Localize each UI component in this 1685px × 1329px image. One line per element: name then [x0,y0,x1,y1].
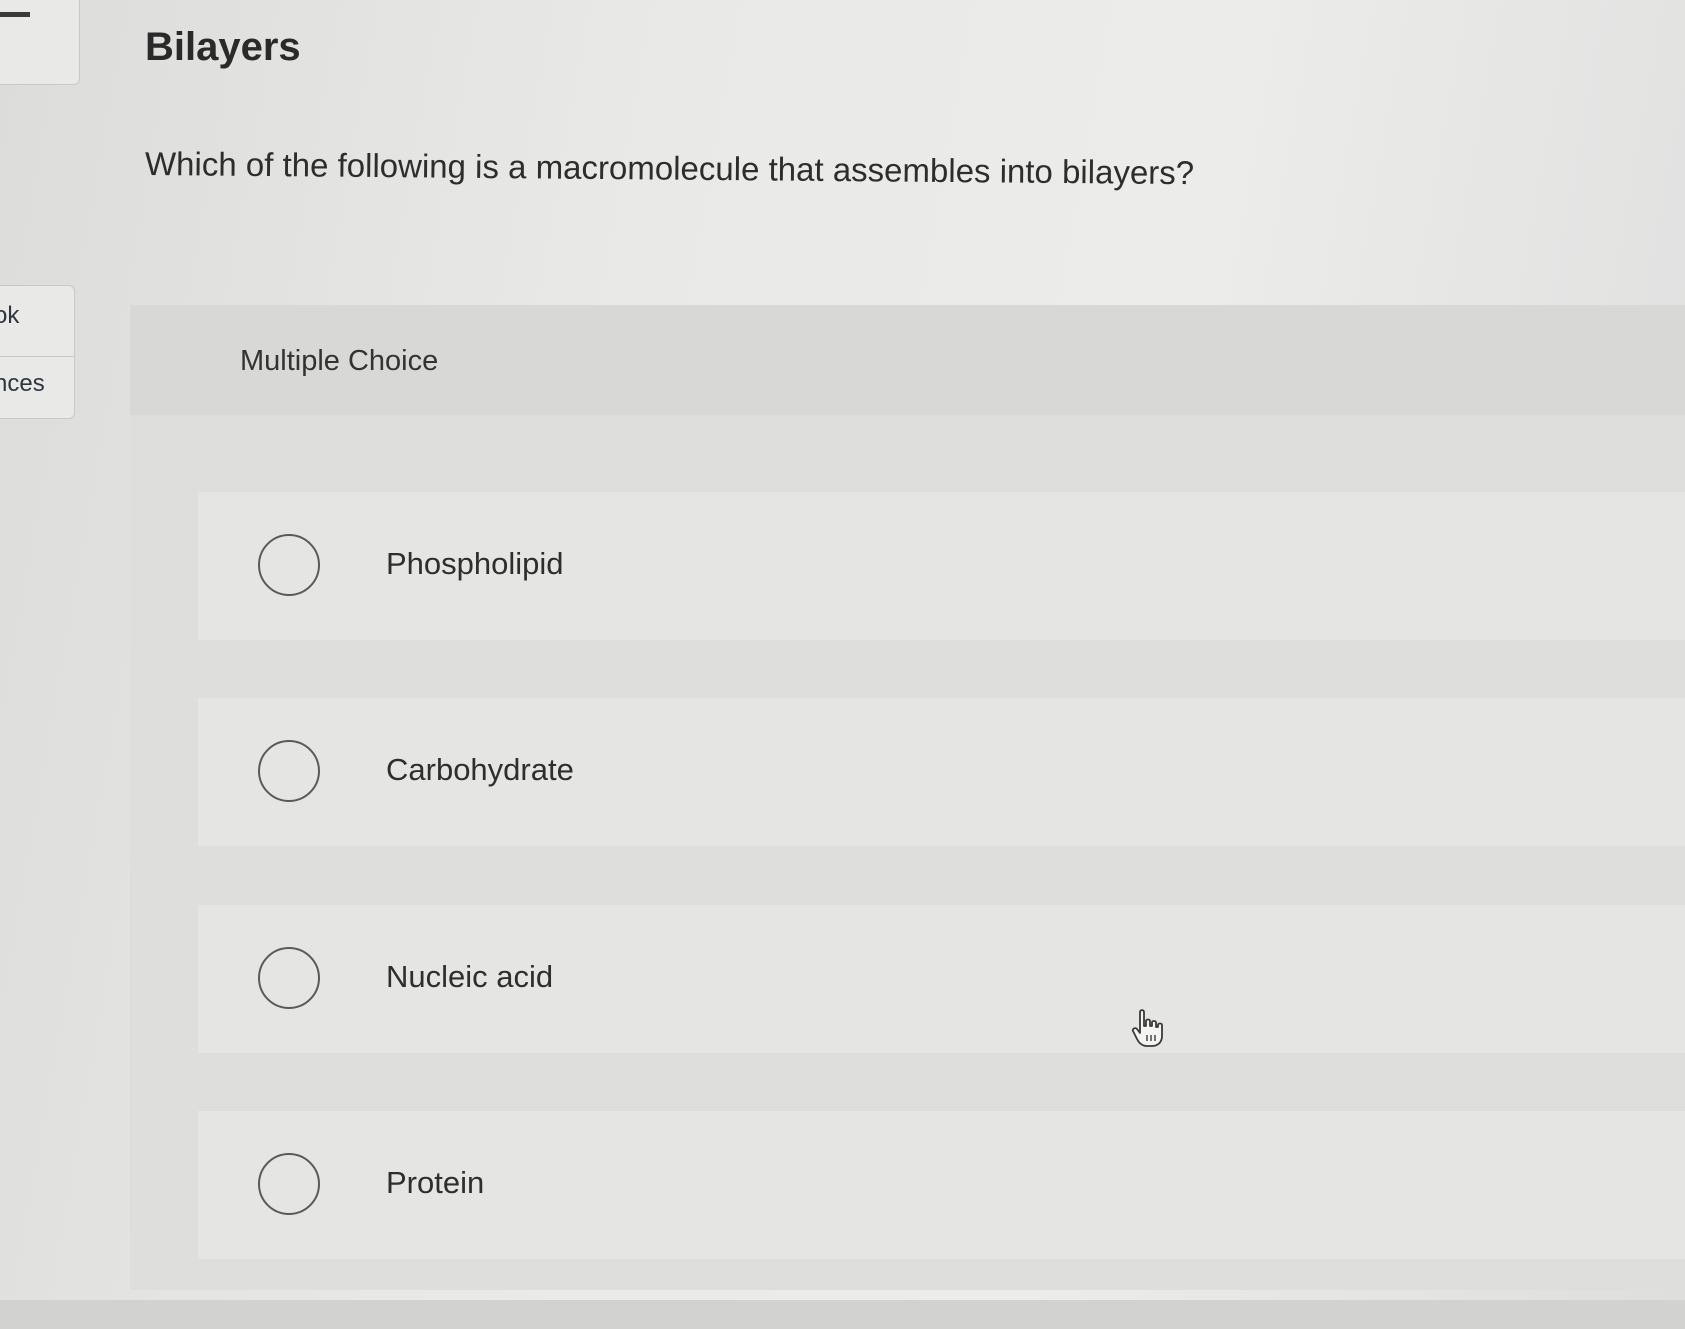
radio-button-icon[interactable] [258,534,320,596]
answer-option-label[interactable]: Protein [386,1165,484,1201]
page-title: Bilayers [145,25,301,69]
answer-option-protein[interactable]: Protein [198,1111,1685,1259]
answer-option-nucleic-acid[interactable]: Nucleic acid [198,905,1685,1053]
answer-option-label[interactable]: Carbohydrate [386,752,574,788]
multiple-choice-label: Multiple Choice [240,345,439,377]
multiple-choice-panel: Multiple Choice Phospholipid Carbohydrat… [130,305,1685,1290]
radio-button-icon[interactable] [258,740,320,802]
answer-option-phospholipid[interactable]: Phospholipid [198,492,1685,640]
hand-pointer-cursor-icon [1131,1009,1163,1047]
answer-option-label[interactable]: Phospholipid [386,546,564,582]
radio-button-icon[interactable] [258,1153,320,1215]
side-links-divider [0,356,74,357]
menu-icon[interactable] [0,12,30,17]
sidebar-link-references[interactable]: nces [0,370,45,398]
sidebar-link-ebook[interactable]: ok [0,302,19,330]
bottom-edge [0,1300,1685,1329]
answer-option-carbohydrate[interactable]: Carbohydrate [198,698,1685,846]
multiple-choice-header: Multiple Choice [130,305,1685,415]
radio-button-icon[interactable] [258,947,320,1009]
answer-option-label[interactable]: Nucleic acid [386,959,553,995]
